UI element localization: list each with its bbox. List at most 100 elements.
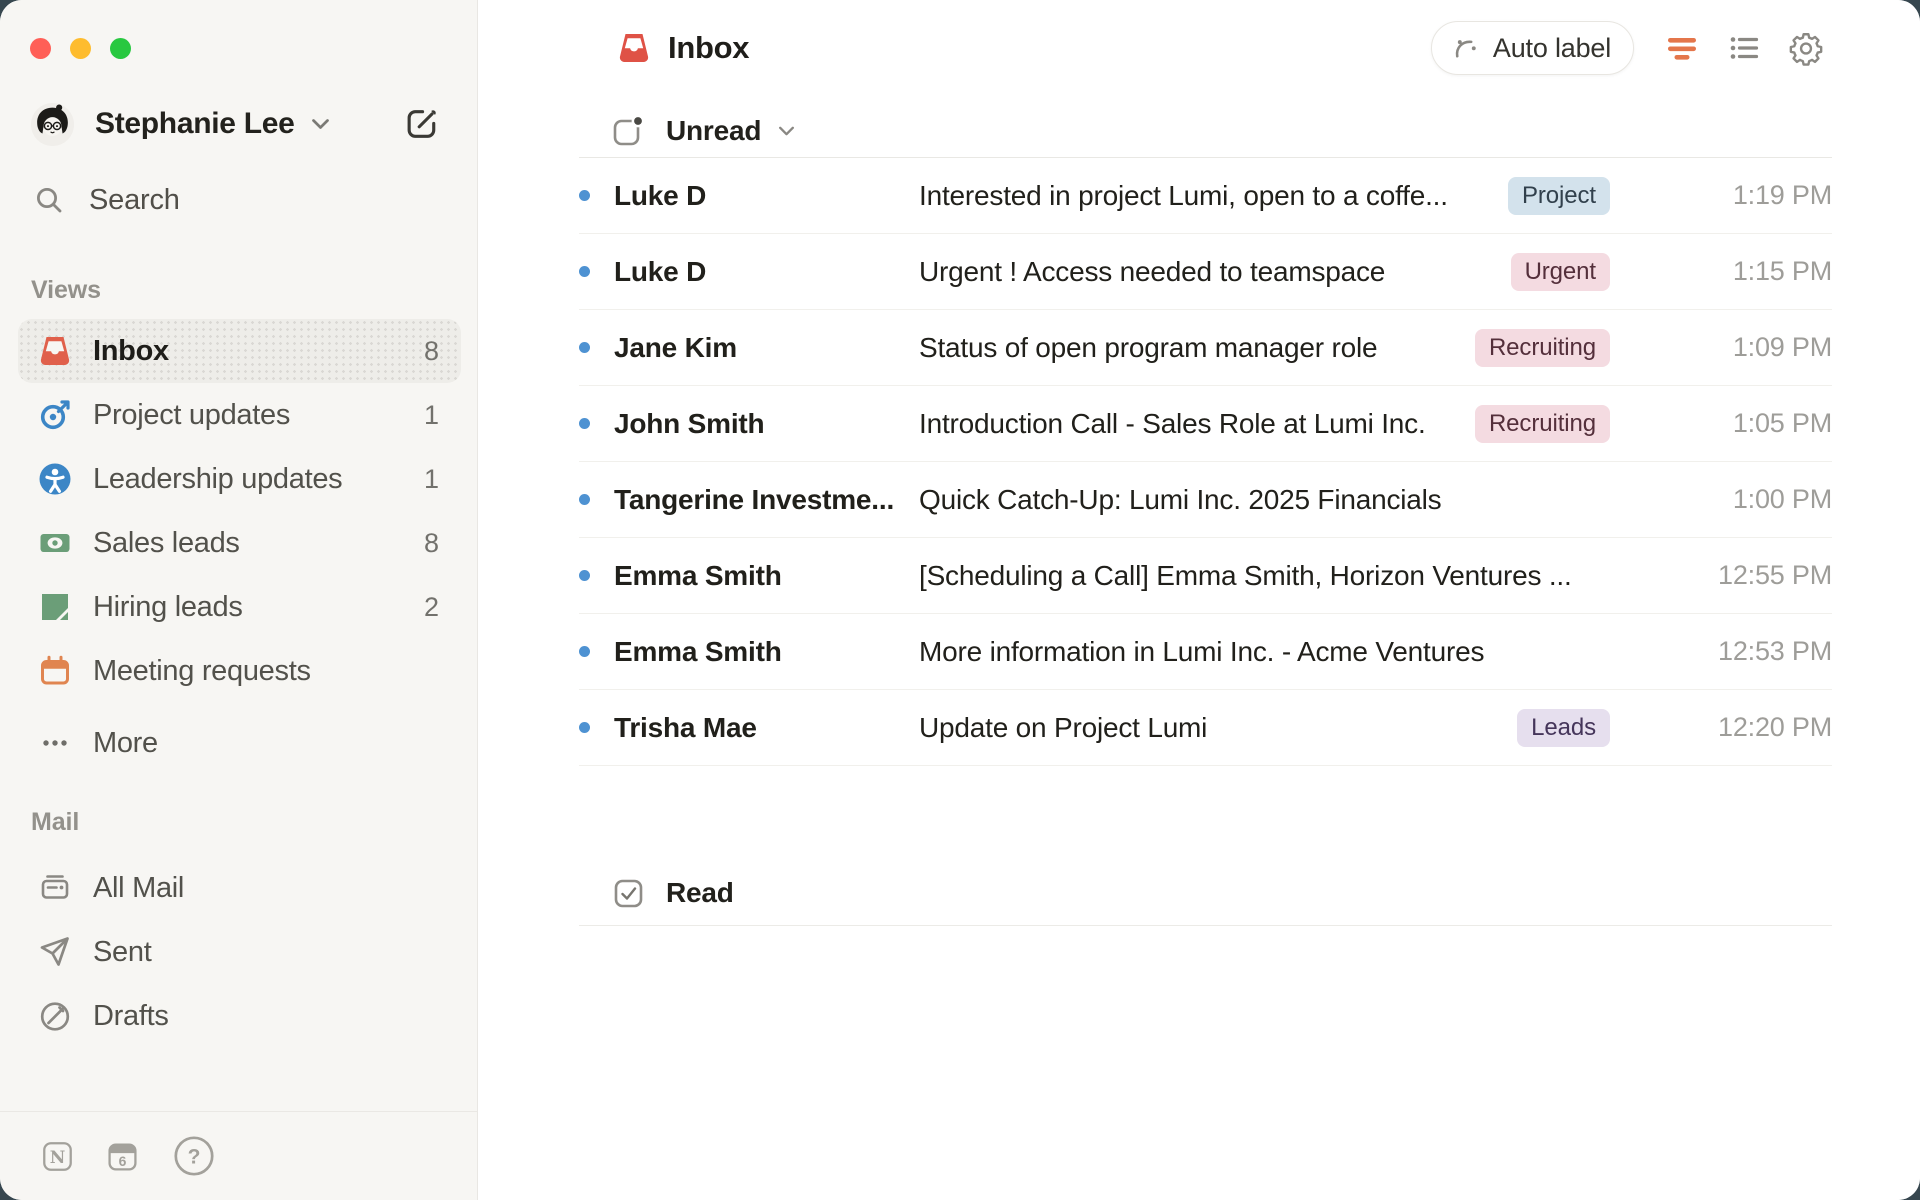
compose-button[interactable] [403,105,441,143]
sidebar-item-inbox[interactable]: Inbox 8 [18,319,461,383]
sidebar: Stephanie Lee Search Views Inbox8Project… [0,0,478,1200]
help-button[interactable]: ? [172,1134,216,1178]
email-row[interactable]: Luke DUrgent ! Access needed to teamspac… [579,234,1832,310]
email-time: 12:55 PM [1627,560,1832,591]
sidebar-item-count: 2 [424,592,439,623]
window-controls [30,38,131,59]
email-subject: Urgent ! Access needed to teamspace [919,256,1491,288]
main-header: Inbox Auto label [617,0,1824,96]
filter-icon[interactable] [1664,30,1700,66]
email-time: 1:19 PM [1627,180,1832,211]
banknote-icon [38,526,72,560]
sidebar-item-count: 1 [424,464,439,495]
svg-text:N: N [50,1148,66,1168]
email-subject: Interested in project Lumi, open to a co… [919,180,1488,212]
notion-logo-icon[interactable]: N [42,1141,73,1172]
unread-dot-icon [579,722,590,733]
sidebar-item-leadership-updates[interactable]: Leadership updates 1 [18,447,461,511]
mail-app-window: Stephanie Lee Search Views Inbox8Project… [0,0,1920,1200]
email-subject: Update on Project Lumi [919,712,1497,744]
read-label: Read [666,877,734,909]
sidebar-item-more[interactable]: More [18,711,461,775]
allmail-icon [38,871,72,905]
email-subject: Introduction Call - Sales Role at Lumi I… [919,408,1455,440]
close-window-button[interactable] [30,38,51,59]
sidebar-item-hiring-leads[interactable]: Hiring leads2 [18,575,461,639]
email-subject: [Scheduling a Call] Emma Smith, Horizon … [919,560,1627,592]
email-time: 12:53 PM [1627,636,1832,667]
email-row[interactable]: Trisha MaeUpdate on Project LumiLeads12:… [579,690,1832,766]
avatar [31,103,74,146]
sidebar-item-project-updates[interactable]: Project updates1 [18,383,461,447]
list-view-icon[interactable] [1726,30,1762,66]
read-group-header[interactable]: Read [579,861,1832,926]
unread-dot-icon [579,646,590,657]
sidebar-item-label: Sales leads [93,527,240,560]
calendar-badge-icon[interactable]: 6 [107,1141,138,1172]
email-time: 1:00 PM [1627,484,1832,515]
sidebar-item-label: More [93,727,158,760]
sidebar-item-label: Sent [93,936,151,969]
ellipsis-icon [38,726,72,760]
read-checkbox-icon [612,877,645,910]
email-label-badge: Recruiting [1475,405,1610,443]
unread-dot-icon [579,190,590,201]
sidebar-item-label: Meeting requests [93,655,311,688]
auto-label-icon [1450,33,1481,64]
sidebar-item-all-mail[interactable]: All Mail [18,856,461,920]
email-sender: Luke D [614,256,919,288]
target-icon [38,398,72,432]
auto-label-button[interactable]: Auto label [1431,21,1634,75]
unread-dot-icon [579,494,590,505]
email-row[interactable]: Jane KimStatus of open program manager r… [579,310,1832,386]
sidebar-item-label: Project updates [93,399,290,432]
sidebar-item-count: 8 [424,336,439,367]
minimize-window-button[interactable] [70,38,91,59]
sidebar-item-sent[interactable]: Sent [18,920,461,984]
inbox-icon [617,31,651,65]
email-row[interactable]: Luke DInterested in project Lumi, open t… [579,158,1832,234]
sidebar-item-meeting-requests[interactable]: Meeting requests [18,639,461,703]
calendar-icon [38,654,72,688]
views-list: Inbox8Project updates1Leadership updates… [18,319,461,775]
settings-gear-icon[interactable] [1788,30,1824,66]
zoom-window-button[interactable] [110,38,131,59]
drafts-icon [38,999,72,1033]
note-icon [38,590,72,624]
email-row[interactable]: Emma SmithMore information in Lumi Inc. … [579,614,1832,690]
chevron-down-icon[interactable] [309,114,332,134]
email-sender: Emma Smith [614,560,919,592]
unread-dot-icon [579,266,590,277]
email-subject: Quick Catch-Up: Lumi Inc. 2025 Financial… [919,484,1627,516]
unread-dot-icon [579,570,590,581]
email-row[interactable]: Emma Smith[Scheduling a Call] Emma Smith… [579,538,1832,614]
unread-group-header[interactable]: Unread [612,106,797,156]
email-sender: Emma Smith [614,636,919,668]
email-label-badge: Urgent [1511,253,1610,291]
sidebar-item-label: All Mail [93,872,184,905]
unread-checkbox-icon [612,115,645,148]
inbox-icon [38,334,72,368]
sidebar-item-label: Leadership updates [93,463,342,496]
sent-icon [38,935,72,969]
account-name[interactable]: Stephanie Lee [95,107,295,141]
email-sender: John Smith [614,408,919,440]
email-label-badge: Recruiting [1475,329,1610,367]
email-subject: Status of open program manager role [919,332,1455,364]
mail-list: All Mail Sent Drafts [18,856,461,1048]
search-label: Search [89,184,180,217]
sidebar-item-drafts[interactable]: Drafts [18,984,461,1048]
search-button[interactable]: Search [34,178,180,222]
email-sender: Luke D [614,180,919,212]
email-row[interactable]: John SmithIntroduction Call - Sales Role… [579,386,1832,462]
email-row[interactable]: Tangerine Investme...Quick Catch-Up: Lum… [579,462,1832,538]
sidebar-item-sales-leads[interactable]: Sales leads8 [18,511,461,575]
svg-text:?: ? [188,1146,201,1169]
email-list: Luke DInterested in project Lumi, open t… [579,157,1832,926]
chevron-down-icon [776,122,797,140]
sidebar-item-label: Inbox [93,335,169,368]
unread-dot-icon [579,418,590,429]
person-icon [38,462,72,496]
auto-label-text: Auto label [1493,33,1611,64]
email-label-badge: Leads [1517,709,1610,747]
